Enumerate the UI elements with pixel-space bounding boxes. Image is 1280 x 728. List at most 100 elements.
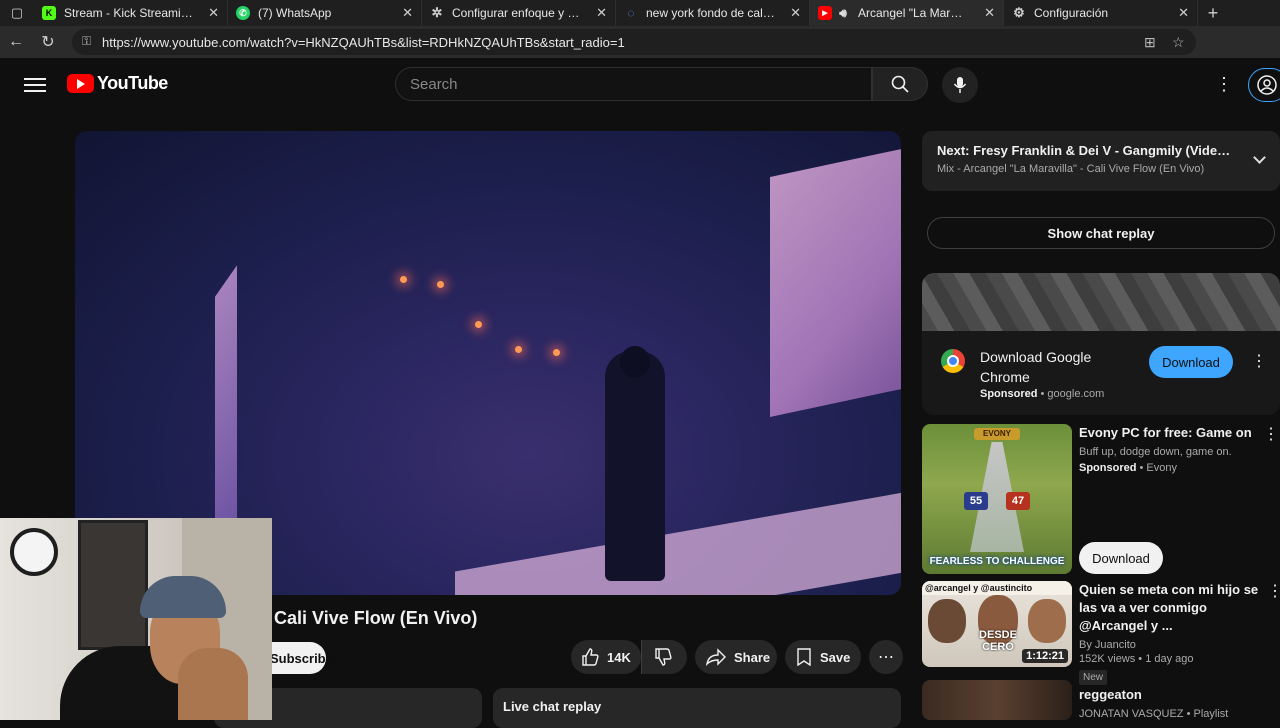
thumb-top-text: @arcangel y @austincito	[922, 581, 1072, 595]
browser-tab-configuracion[interactable]: ⚙ Configuración ✕	[1004, 0, 1198, 26]
evony-number-2: 47	[1006, 492, 1030, 510]
browser-tab-kick[interactable]: K Stream - Kick Streaming ✕	[34, 0, 228, 26]
reload-icon[interactable]: ↻	[32, 26, 64, 58]
evony-download-button[interactable]: Download	[1079, 542, 1163, 574]
video-more-icon[interactable]: ⋮	[1267, 583, 1280, 601]
evony-title[interactable]: Evony PC for free: Game on	[1079, 424, 1269, 442]
close-icon[interactable]: ✕	[402, 5, 413, 21]
save-label: Save	[820, 649, 851, 665]
app-available-icon[interactable]: ⊞	[1144, 29, 1156, 55]
playlist-meta: reggeaton JONATAN VASQUEZ • Playlist	[1079, 680, 1269, 720]
tab-title: Configurar enfoque y filtros	[452, 6, 582, 20]
favorite-star-icon[interactable]: ☆	[1172, 29, 1185, 55]
browser-tab-arcangel[interactable]: ▶ 🔊︎ Arcangel "La Maravilla" ✕	[810, 0, 1004, 26]
playlist-next: Next: Fresy Franklin & Dei V - Gangmily …	[937, 143, 1232, 158]
download-label: Download	[1092, 550, 1150, 566]
speaker-icon[interactable]: 🔊︎	[836, 6, 850, 20]
close-icon[interactable]: ✕	[790, 5, 801, 21]
video-title[interactable]: Quien se meta con mi hijo se las va a ve…	[1079, 581, 1269, 635]
show-chat-replay-label: Show chat replay	[1047, 225, 1155, 241]
download-label: Download	[1162, 354, 1220, 370]
ad-download-button[interactable]: Download	[1149, 346, 1233, 378]
playlist-panel[interactable]: Next: Fresy Franklin & Dei V - Gangmily …	[922, 131, 1280, 191]
video-thumbnail[interactable]: @arcangel y @austincito DESDE CERO 1:12:…	[922, 581, 1072, 667]
sign-in-button[interactable]	[1248, 68, 1280, 102]
stage-light	[475, 321, 482, 328]
channel-name[interactable]: JONATAN VASQUEZ	[1079, 708, 1184, 720]
evony-brand: EVONY	[974, 428, 1020, 440]
sponsored-label: Sponsored	[1079, 462, 1137, 474]
close-icon[interactable]: ✕	[984, 5, 995, 21]
browser-tab-configurar[interactable]: ✲ Configurar enfoque y filtros ✕	[422, 0, 616, 26]
performer-head	[620, 346, 650, 378]
video-stats: 152K views • 1 day ago	[1079, 653, 1194, 665]
playlist-thumbnail[interactable]	[922, 680, 1072, 720]
tab-title: Stream - Kick Streaming	[64, 6, 194, 20]
person-face	[1028, 599, 1066, 643]
browser-tab-whatsapp[interactable]: ✆ (7) WhatsApp ✕	[228, 0, 422, 26]
site-info-icon[interactable]: ⚿	[82, 34, 91, 49]
kick-icon: K	[42, 6, 56, 20]
new-tab-button[interactable]: +	[1198, 3, 1228, 24]
ad-more-icon[interactable]: ⋮	[1251, 353, 1267, 371]
youtube-play-icon	[67, 74, 94, 93]
address-bar[interactable]: ⚿ https://www.youtube.com/watch?v=HkNZQA…	[72, 29, 1196, 55]
dislike-button[interactable]	[641, 640, 687, 674]
live-chat-replay-header: Live chat replay	[493, 688, 901, 728]
account-icon	[1257, 75, 1277, 95]
save-button[interactable]: Save	[785, 640, 861, 674]
chevron-down-icon[interactable]	[1253, 151, 1266, 164]
ad-title: Download Google Chrome	[980, 349, 1092, 385]
voice-search-button[interactable]	[942, 67, 978, 103]
chrome-icon	[941, 349, 965, 373]
playlist-byline: JONATAN VASQUEZ • Playlist	[1079, 708, 1229, 720]
chrome-ad-card[interactable]: Download Google Chrome Sponsored • googl…	[922, 273, 1280, 415]
tab-title: Configuración	[1034, 6, 1109, 20]
tab-title: (7) WhatsApp	[258, 6, 332, 20]
playlist-title[interactable]: reggeaton	[1079, 686, 1269, 704]
url-text: https://www.youtube.com/watch?v=HkNZQAUh…	[102, 34, 625, 50]
settings-more-icon[interactable]: ⋮	[1212, 72, 1236, 96]
more-actions-icon[interactable]: ⋯	[869, 640, 903, 674]
show-chat-replay-button[interactable]: Show chat replay	[927, 217, 1275, 249]
like-count: 14K	[607, 649, 631, 665]
thumb-text: DESDE CERO	[979, 629, 1017, 653]
window-menu-icon[interactable]: ▢	[0, 0, 34, 26]
close-icon[interactable]: ✕	[596, 5, 607, 21]
evony-meta: Evony PC for free: Game on Buff up, dodg…	[1079, 424, 1269, 474]
youtube-logo[interactable]: YouTube	[67, 73, 168, 94]
bookmark-icon	[797, 648, 811, 666]
back-arrow-icon[interactable]: ←	[0, 26, 32, 58]
youtube-icon: ▶	[818, 6, 832, 20]
channel-name[interactable]: By Juancito	[1079, 639, 1269, 651]
recommended-video[interactable]: @arcangel y @austincito DESDE CERO 1:12:…	[922, 581, 1280, 685]
search-icon	[891, 75, 909, 93]
like-button[interactable]: 14K	[571, 640, 641, 674]
wall-picture	[78, 520, 148, 650]
share-label: Share	[734, 649, 771, 665]
evony-more-icon[interactable]: ⋮	[1263, 426, 1279, 444]
close-icon[interactable]: ✕	[208, 5, 219, 21]
ad-domain: google.com	[1047, 388, 1105, 400]
evony-thumbnail[interactable]: EVONY 55 47 FEARLESS TO CHALLENGE	[922, 424, 1072, 574]
browser-tab-newyork[interactable]: ◌ new york fondo de calle noc ✕	[616, 0, 810, 26]
ad-sponsor-line: Sponsored • google.com	[980, 388, 1105, 400]
stage-light	[515, 346, 522, 353]
microphone-icon	[953, 77, 967, 93]
close-icon[interactable]: ✕	[1178, 5, 1189, 21]
live-chat-replay-label: Live chat replay	[503, 699, 602, 714]
menu-icon[interactable]	[24, 74, 46, 94]
whatsapp-icon: ✆	[236, 6, 250, 20]
search-engine-icon: ◌	[627, 6, 635, 20]
stage-screen-left	[215, 265, 237, 557]
evony-ad-card[interactable]: EVONY 55 47 FEARLESS TO CHALLENGE Evony …	[922, 424, 1280, 576]
share-button[interactable]: Share	[695, 640, 777, 674]
wall-clock	[10, 528, 58, 576]
search-button[interactable]	[872, 67, 928, 101]
thumbs-up-icon	[582, 648, 599, 666]
search-input[interactable]: Search	[395, 67, 872, 101]
video-title: Cali Vive Flow (En Vivo)	[274, 608, 478, 628]
video-meta: Quien se meta con mi hijo se las va a ve…	[1079, 581, 1269, 685]
playlist-type: Playlist	[1193, 708, 1229, 720]
recommended-playlist[interactable]: reggeaton JONATAN VASQUEZ • Playlist	[922, 680, 1280, 720]
